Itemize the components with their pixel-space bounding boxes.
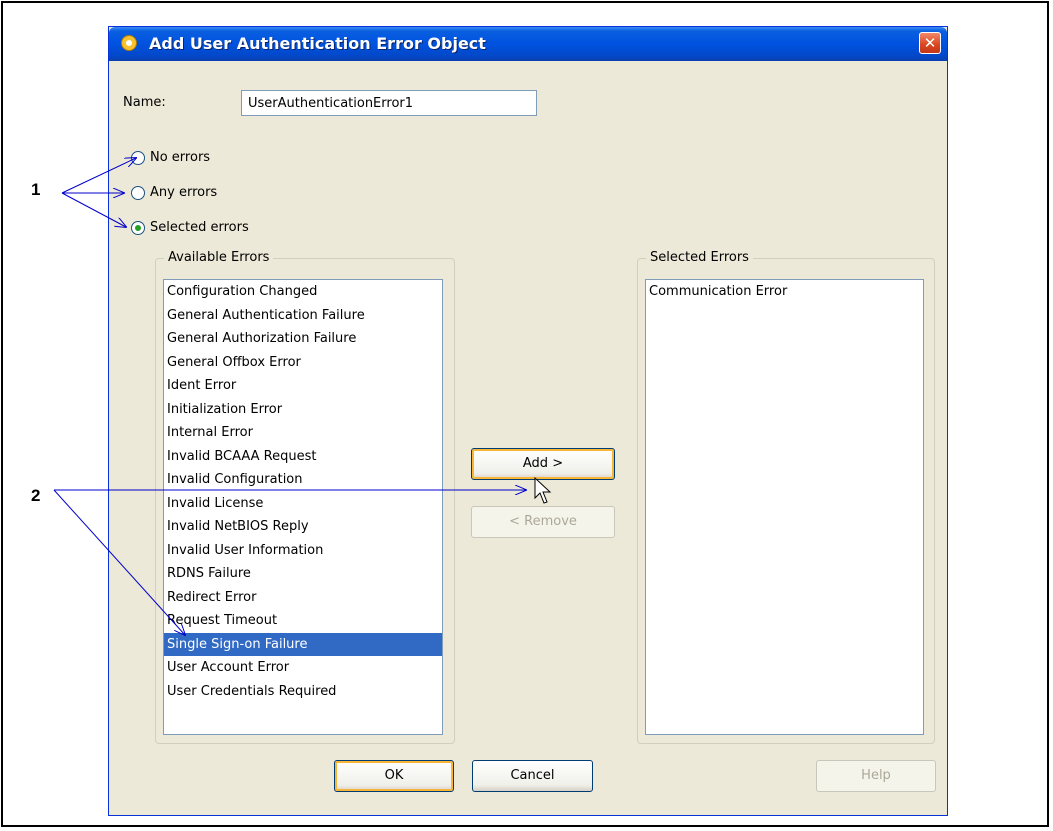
callout-2-arrow-list-item [53,489,185,635]
callout-1-arrow-selected-errors [61,192,126,227]
callout-1-arrow-no-errors [61,158,136,194]
mouse-cursor-icon [534,476,552,504]
callout-arrows [53,0,552,831]
